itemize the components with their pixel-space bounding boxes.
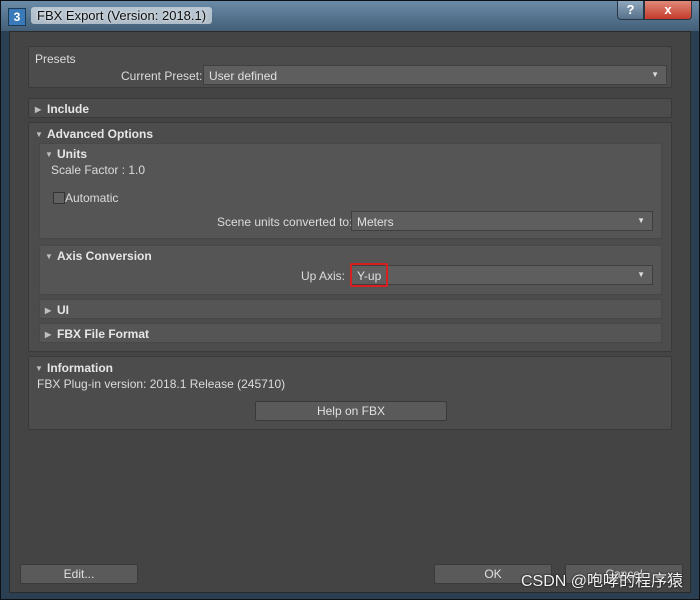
ui-rollout[interactable]: ▶ UI bbox=[39, 299, 662, 319]
help-on-fbx-button[interactable]: Help on FBX bbox=[255, 401, 447, 421]
dialog-body: Presets Current Preset: User defined ▼ ▶… bbox=[9, 31, 691, 593]
axis-conversion-label: Axis Conversion bbox=[57, 249, 152, 263]
expand-arrow-icon: ▶ bbox=[45, 330, 52, 339]
close-window-button[interactable]: x bbox=[644, 1, 692, 20]
fbx-file-format-rollout[interactable]: ▶ FBX File Format bbox=[39, 323, 662, 343]
advanced-options-rollout: ▼ Advanced Options ▼ Units Scale Factor : … bbox=[28, 122, 672, 352]
fbx-export-window: 3 FBX Export (Version: 2018.1) ? x Prese… bbox=[0, 0, 700, 600]
include-header[interactable]: ▶ Include bbox=[35, 102, 89, 116]
include-label: Include bbox=[47, 102, 90, 116]
plugin-version-text: FBX Plug-in version: 2018.1 Release (245… bbox=[37, 377, 286, 391]
ui-header[interactable]: ▶ UI bbox=[45, 303, 69, 317]
up-axis-dropdown[interactable]: Y-up ▼ bbox=[351, 265, 653, 285]
scene-units-value: Meters bbox=[357, 215, 394, 229]
scale-factor-text: Scale Factor : 1.0 bbox=[51, 163, 146, 177]
scene-units-dropdown[interactable]: Meters ▼ bbox=[351, 211, 653, 231]
scene-units-label: Scene units converted to: bbox=[217, 215, 353, 229]
fbx-file-format-header[interactable]: ▶ FBX File Format bbox=[45, 327, 149, 341]
up-axis-highlight-box bbox=[350, 263, 388, 287]
current-preset-label: Current Preset: bbox=[121, 69, 203, 83]
watermark-text: CSDN @咆哮的程序猿 bbox=[520, 573, 683, 590]
automatic-checkbox[interactable] bbox=[53, 192, 65, 204]
edit-button[interactable]: Edit... bbox=[20, 564, 138, 584]
collapse-arrow-icon: ▼ bbox=[35, 130, 43, 139]
chevron-down-icon: ▼ bbox=[637, 216, 645, 225]
advanced-options-label: Advanced Options bbox=[47, 127, 154, 141]
include-rollout[interactable]: ▶ Include bbox=[28, 98, 672, 118]
collapse-arrow-icon: ▼ bbox=[45, 252, 53, 261]
information-header[interactable]: ▼ Information bbox=[35, 361, 113, 375]
presets-panel: Presets Current Preset: User defined ▼ bbox=[28, 46, 672, 88]
units-rollout: ▼ Units Scale Factor : 1.0 Automatic Scen… bbox=[39, 143, 662, 239]
automatic-label: Automatic bbox=[65, 191, 119, 205]
units-header[interactable]: ▼ Units bbox=[45, 147, 87, 161]
collapse-arrow-icon: ▼ bbox=[35, 364, 43, 373]
help-title-button[interactable]: ? bbox=[617, 1, 644, 20]
chevron-down-icon: ▼ bbox=[651, 70, 659, 79]
app-icon: 3 bbox=[8, 8, 26, 26]
expand-arrow-icon: ▶ bbox=[35, 105, 42, 114]
expand-arrow-icon: ▶ bbox=[45, 306, 52, 315]
information-label: Information bbox=[47, 361, 113, 375]
window-title: FBX Export (Version: 2018.1) bbox=[31, 7, 213, 24]
current-preset-dropdown[interactable]: User defined ▼ bbox=[203, 65, 667, 85]
advanced-options-header[interactable]: ▼ Advanced Options bbox=[35, 127, 153, 141]
chevron-down-icon: ▼ bbox=[637, 270, 645, 279]
fbx-file-format-label: FBX File Format bbox=[57, 327, 150, 341]
collapse-arrow-icon: ▼ bbox=[45, 150, 53, 159]
units-label: Units bbox=[57, 147, 87, 161]
title-bar[interactable]: 3 FBX Export (Version: 2018.1) ? x bbox=[1, 1, 699, 31]
ui-label: UI bbox=[57, 303, 69, 317]
axis-conversion-rollout: ▼ Axis Conversion Up Axis: Y-up ▼ bbox=[39, 245, 662, 295]
presets-header: Presets bbox=[35, 52, 76, 66]
current-preset-value: User defined bbox=[209, 69, 278, 83]
axis-conversion-header[interactable]: ▼ Axis Conversion bbox=[45, 249, 152, 263]
up-axis-label: Up Axis: bbox=[301, 269, 346, 283]
information-rollout: ▼ Information FBX Plug-in version: 2018.1… bbox=[28, 356, 672, 430]
